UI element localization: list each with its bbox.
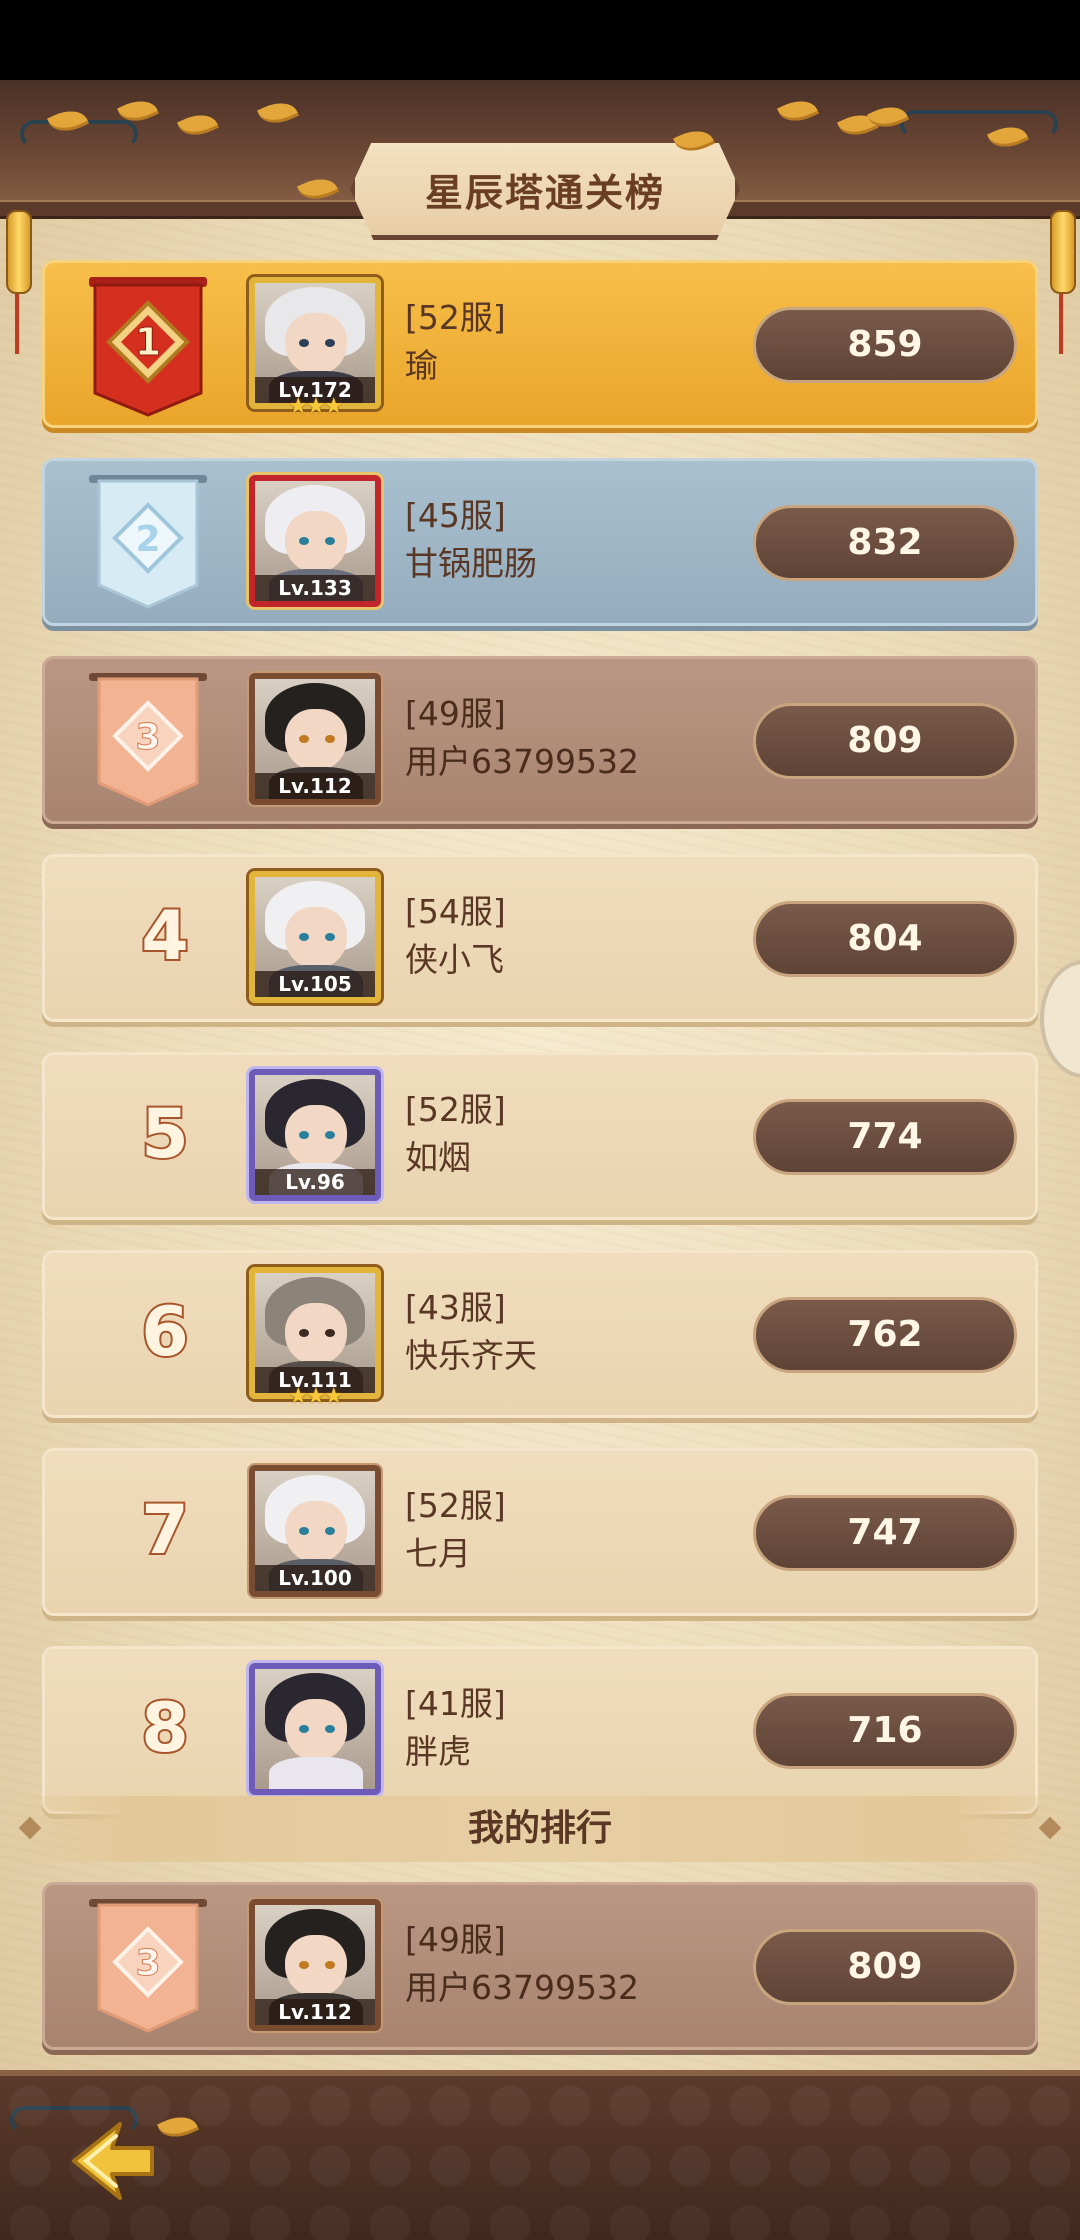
rank-3-badge-icon: 3 [85, 671, 211, 817]
score-value: 774 [753, 1099, 1017, 1175]
player-name: 侠小飞 [405, 940, 504, 979]
ginkgo-leaf-icon [177, 107, 219, 143]
score-value: 859 [753, 307, 1017, 383]
star-rating-icon: ★★★ [288, 394, 343, 419]
server-label: [41服] [405, 1684, 506, 1723]
rank-number: 7 [139, 1489, 190, 1572]
title-plaque: 星辰塔通关榜 [350, 138, 740, 240]
score-value: 716 [753, 1693, 1017, 1769]
score-value: 762 [753, 1297, 1017, 1373]
player-name: 胖虎 [405, 1732, 471, 1771]
avatar[interactable]: Lv.96 [249, 1069, 381, 1201]
avatar[interactable]: Lv.133 [249, 475, 381, 607]
cloud-ornament-icon [900, 110, 1058, 138]
list-item[interactable]: 3 Lv.112 [49服] 用户63799532 809 [42, 656, 1038, 824]
avatar[interactable]: Lv.112 [249, 1899, 381, 2031]
rank-number: 4 [139, 895, 190, 978]
player-name: 用户63799532 [405, 1968, 639, 2007]
back-arrow-icon [72, 2122, 154, 2200]
player-name: 甘锅肥肠 [405, 544, 537, 583]
page-title: 星辰塔通关榜 [424, 170, 665, 215]
status-bar [0, 0, 1080, 80]
bottom-bar [0, 2070, 1080, 2240]
list-item[interactable]: 5 Lv.96 [52服] 如烟 774 [42, 1052, 1038, 1220]
my-rank-title: 我的排行 [467, 1808, 612, 1849]
server-label: [43服] [405, 1288, 506, 1327]
server-label: [52服] [405, 298, 506, 337]
score-value: 747 [753, 1495, 1017, 1571]
avatar[interactable]: Lv.172 ★★★ [249, 277, 381, 419]
level-label: Lv.105 [255, 971, 375, 997]
server-label: [45服] [405, 496, 506, 535]
level-label: Lv.112 [255, 773, 375, 799]
score-value: 832 [753, 505, 1017, 581]
list-item[interactable]: 8 [41服] 胖虎 716 [42, 1646, 1038, 1814]
list-item[interactable]: 1 Lv.172 ★★★ [52服] 瑜 859 [42, 260, 1038, 428]
list-item[interactable]: 6 Lv.111 ★★★ [43服] 快乐齐天 762 [42, 1250, 1038, 1418]
avatar[interactable]: Lv.105 [249, 871, 381, 1003]
rank-1-badge-icon: 1 [85, 275, 211, 421]
ginkgo-leaf-icon [777, 93, 819, 129]
server-label: [54服] [405, 892, 506, 931]
my-rank-header: 我的排行 [0, 1796, 1080, 1862]
ranking-list[interactable]: 1 Lv.172 ★★★ [52服] 瑜 859 2 Lv.133 [45服] … [0, 260, 1080, 1848]
level-label: Lv.96 [255, 1169, 375, 1195]
back-button[interactable] [60, 2116, 160, 2206]
ginkgo-leaf-icon [157, 2109, 199, 2145]
rank-text: 3 [135, 1943, 160, 1984]
level-label: Lv.133 [255, 575, 375, 601]
server-label: [52服] [405, 1090, 506, 1129]
rank-number: 5 [139, 1093, 190, 1176]
my-rank-row[interactable]: 3 Lv.112 [49服] 用户63799532 809 [42, 1882, 1038, 2050]
rank-number: 8 [139, 1687, 190, 1770]
server-label: [52服] [405, 1486, 506, 1525]
level-label: Lv.100 [255, 1565, 375, 1591]
list-item[interactable]: 7 Lv.100 [52服] 七月 747 [42, 1448, 1038, 1616]
player-name: 快乐齐天 [405, 1336, 537, 1375]
list-item[interactable]: 2 Lv.133 [45服] 甘锅肥肠 832 [42, 458, 1038, 626]
rank-number: 6 [139, 1291, 190, 1374]
level-label: Lv.112 [255, 1999, 375, 2025]
score-value: 809 [753, 1929, 1017, 2005]
rank-text: 2 [135, 519, 160, 560]
player-name: 七月 [405, 1534, 471, 1573]
server-label: [49服] [405, 694, 506, 733]
rank-text: 1 [135, 320, 161, 364]
server-label: [49服] [405, 1920, 506, 1959]
ginkgo-leaf-icon [257, 95, 299, 131]
list-item[interactable]: 4 Lv.105 [54服] 侠小飞 804 [42, 854, 1038, 1022]
avatar[interactable]: Lv.112 [249, 673, 381, 805]
score-value: 809 [753, 703, 1017, 779]
rank-3-badge-icon: 3 [85, 1897, 211, 2043]
rank-text: 3 [135, 717, 160, 758]
leaderboard-screen: 星辰塔通关榜 1 Lv.172 ★★★ [52服] 瑜 859 2 Lv.133… [0, 80, 1080, 2240]
avatar[interactable]: Lv.100 [249, 1465, 381, 1597]
avatar[interactable]: Lv.111 ★★★ [249, 1267, 381, 1409]
avatar[interactable] [249, 1663, 381, 1795]
player-name: 瑜 [405, 346, 438, 385]
rank-2-badge-icon: 2 [85, 473, 211, 619]
star-rating-icon: ★★★ [288, 1384, 343, 1409]
player-name: 用户63799532 [405, 742, 639, 781]
score-value: 804 [753, 901, 1017, 977]
player-name: 如烟 [405, 1138, 471, 1177]
